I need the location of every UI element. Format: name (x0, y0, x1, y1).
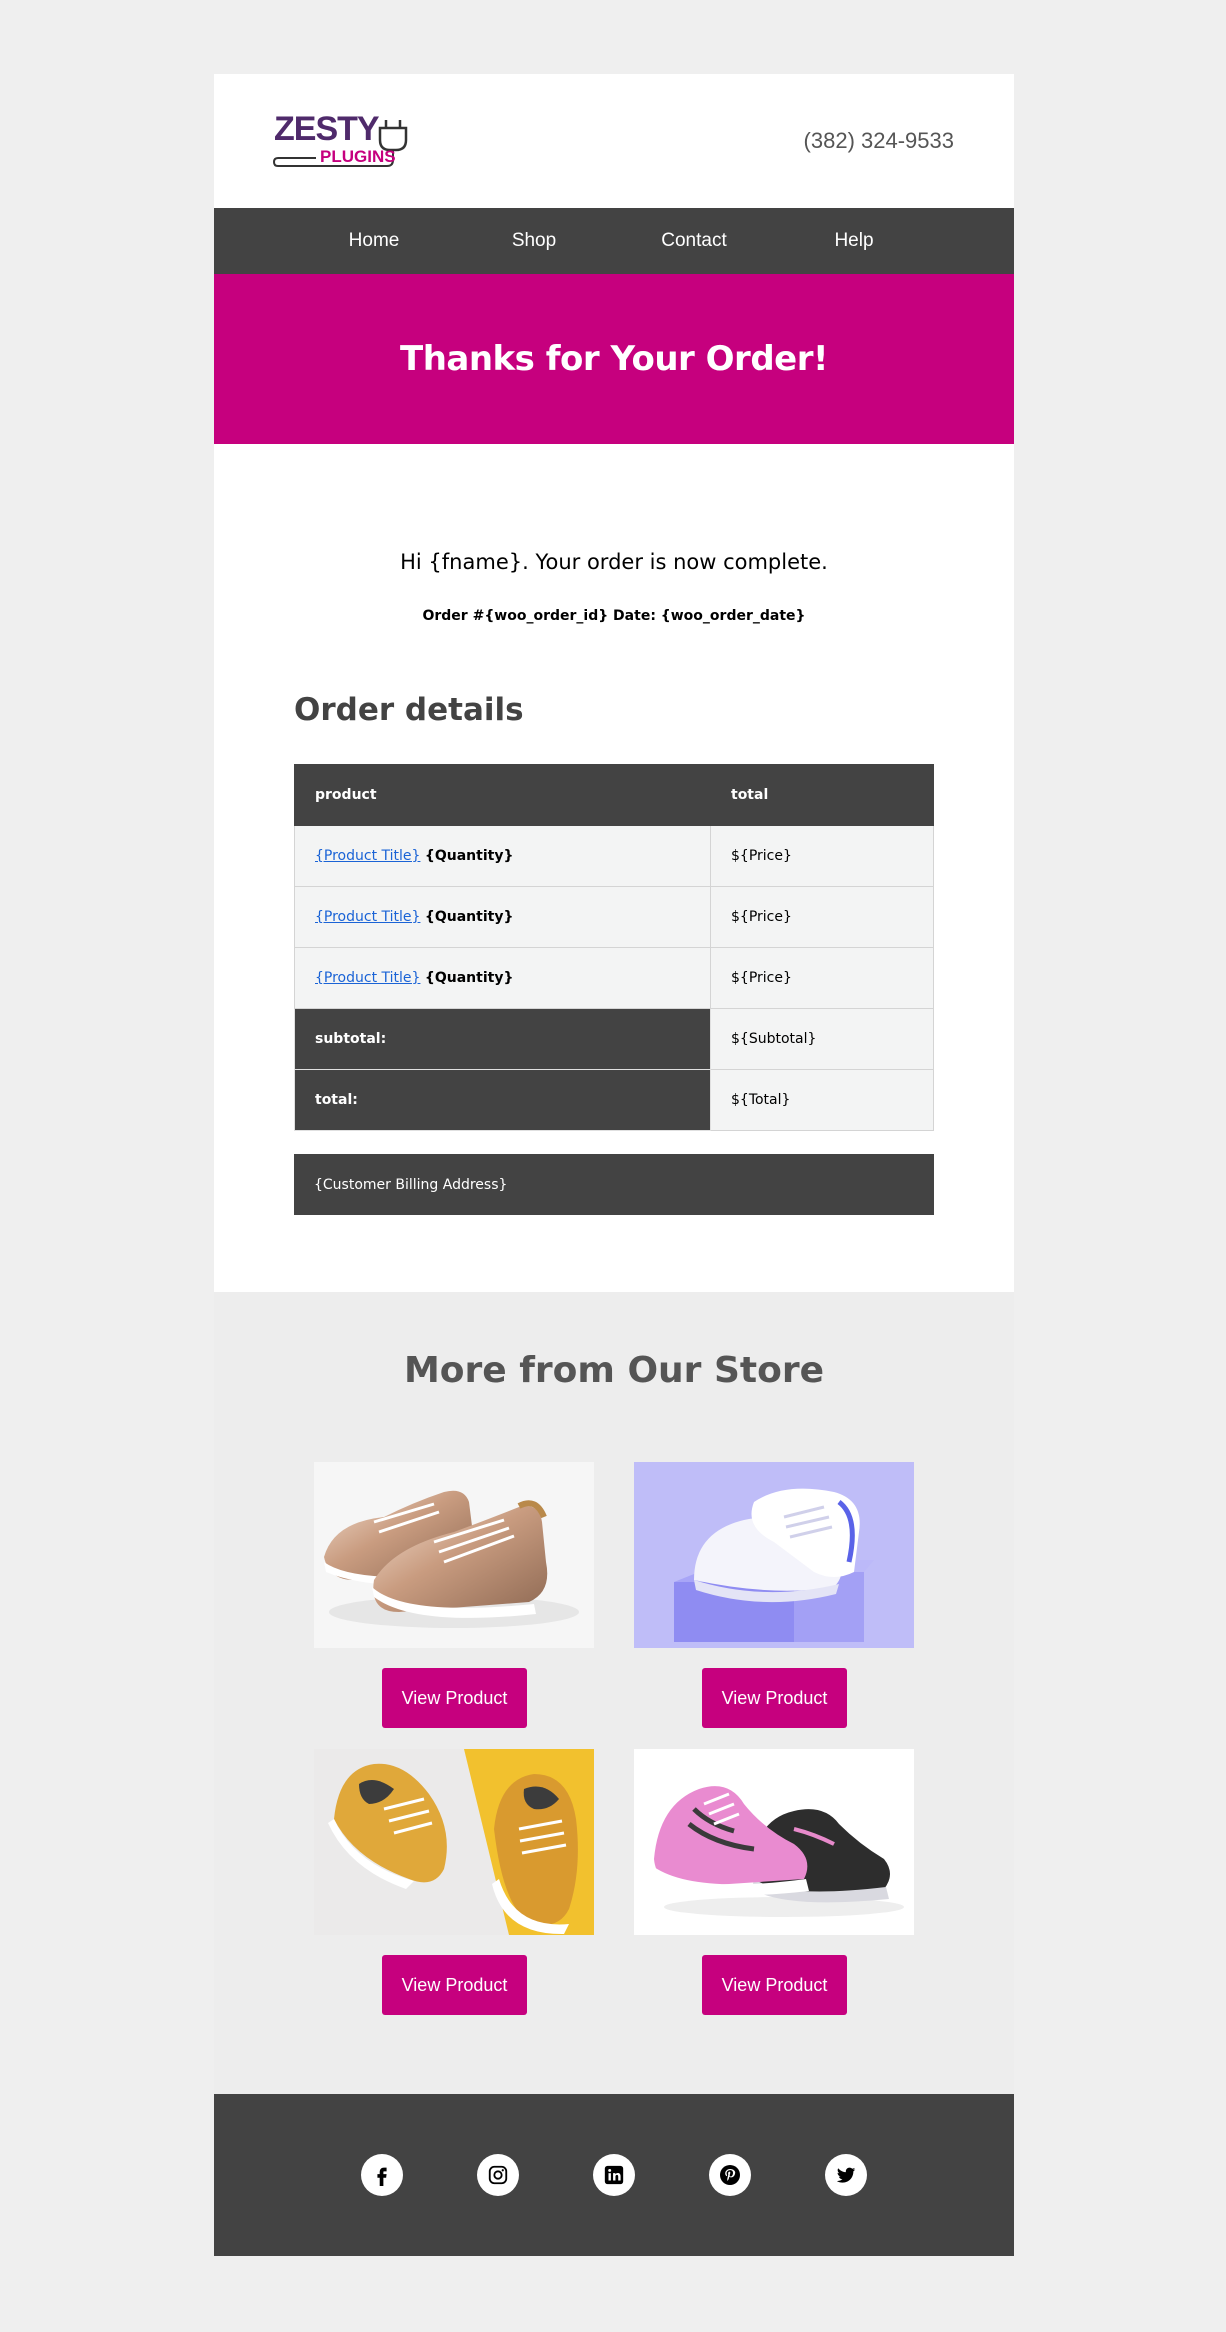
table-row: {Product Title} {Quantity} ${Price} (294, 886, 934, 948)
product-quantity: {Quantity} (424, 909, 514, 925)
product-quantity: {Quantity} (424, 848, 514, 864)
email-container: ZESTY PLUGINS (382) 324-9533 Home Shop C… (214, 74, 1014, 2256)
email-header: ZESTY PLUGINS (382) 324-9533 (214, 74, 1014, 208)
subtotal-row: subtotal: ${Subtotal} (294, 1008, 934, 1070)
product-card: View Product (634, 1749, 914, 2015)
total-label: total: (294, 1069, 711, 1131)
order-details-title: Order details (294, 692, 524, 728)
price-cell: ${Price} (710, 886, 934, 948)
billing-address: {Customer Billing Address} (294, 1154, 934, 1215)
more-title: More from Our Store (403, 1350, 824, 1391)
product-title-link[interactable]: {Product Title} (315, 909, 420, 925)
order-table: product total {Product Title} {Quantity}… (294, 764, 934, 1131)
order-section: Hi {fname}. Your order is now complete. … (214, 444, 1014, 1292)
product-image-metallic-sneakers[interactable] (314, 1462, 594, 1648)
nav-item-contact[interactable]: Contact (614, 230, 774, 252)
email-footer (214, 2094, 1014, 2256)
product-title-link[interactable]: {Product Title} (315, 848, 420, 864)
product-card: View Product (314, 1749, 594, 2015)
view-product-button[interactable]: View Product (382, 1668, 527, 1728)
product-card: View Product (314, 1462, 594, 1728)
main-nav: Home Shop Contact Help (214, 208, 1014, 274)
product-image-yellow-sneakers[interactable] (314, 1749, 594, 1935)
price-cell: ${Price} (710, 947, 934, 1009)
nav-item-help[interactable]: Help (774, 230, 934, 252)
facebook-icon[interactable] (361, 2154, 403, 2196)
product-cell: {Product Title} {Quantity} (294, 886, 711, 948)
product-title-link[interactable]: {Product Title} (315, 970, 420, 986)
product-image-pink-running-shoes[interactable] (634, 1749, 914, 1935)
instagram-icon[interactable] (477, 2154, 519, 2196)
table-row: {Product Title} {Quantity} ${Price} (294, 825, 934, 887)
view-product-button[interactable]: View Product (382, 1955, 527, 2015)
twitter-icon[interactable] (825, 2154, 867, 2196)
hero-banner: Thanks for Your Order! (214, 274, 1014, 444)
linkedin-icon[interactable] (593, 2154, 635, 2196)
subtotal-label: subtotal: (294, 1008, 711, 1070)
price-cell: ${Price} (710, 825, 934, 887)
logo-wordmark-bottom: PLUGINS (320, 147, 396, 166)
pinterest-icon[interactable] (709, 2154, 751, 2196)
phone-number[interactable]: (382) 324-9533 (804, 128, 954, 154)
hero-title: Thanks for Your Order! (400, 339, 829, 379)
view-product-button[interactable]: View Product (702, 1955, 847, 2015)
view-product-button[interactable]: View Product (702, 1668, 847, 1728)
column-header-total: total (710, 764, 934, 826)
product-card: View Product (634, 1462, 914, 1728)
total-row: total: ${Total} (294, 1069, 934, 1131)
logo-wordmark-top: ZESTY (274, 110, 380, 148)
table-header-row: product total (294, 764, 934, 826)
column-header-product: product (294, 764, 711, 826)
product-cell: {Product Title} {Quantity} (294, 825, 711, 887)
table-row: {Product Title} {Quantity} ${Price} (294, 947, 934, 1009)
nav-item-home[interactable]: Home (294, 230, 454, 252)
product-quantity: {Quantity} (424, 970, 514, 986)
product-image-white-sneaker[interactable] (634, 1462, 914, 1648)
brand-logo[interactable]: ZESTY PLUGINS (272, 110, 422, 172)
product-cell: {Product Title} {Quantity} (294, 947, 711, 1009)
subtotal-value: ${Subtotal} (710, 1008, 934, 1070)
total-value: ${Total} (710, 1069, 934, 1131)
greeting-text: Hi {fname}. Your order is now complete. (400, 550, 828, 574)
more-from-store-section: More from Our Store View Product View Pr… (214, 1292, 1014, 2094)
order-meta: Order #{woo_order_id} Date: {woo_order_d… (422, 608, 806, 624)
nav-item-shop[interactable]: Shop (454, 230, 614, 252)
